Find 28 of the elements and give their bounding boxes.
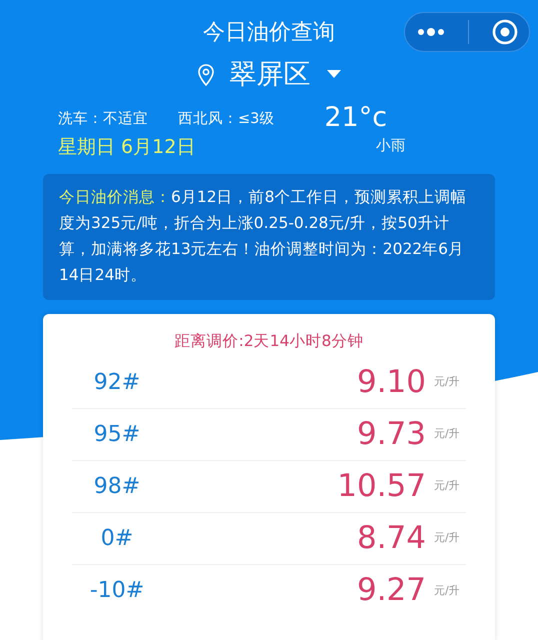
price-unit: 元/升 bbox=[434, 478, 461, 494]
date-text: 星期日 6月12日 bbox=[58, 135, 196, 160]
price-unit: 元/升 bbox=[434, 530, 461, 546]
page-title: 今日油价查询 bbox=[203, 22, 335, 44]
fuel-price: 9.73 bbox=[356, 418, 426, 450]
car-wash-index: 洗车：不适宜 bbox=[58, 110, 148, 130]
oil-news-message: 今日油价消息：6月12日，前8个工作日，预测累积上调幅度为325元/吨，折合为上涨0.25-0.28元/升，按50升计算，加满将多花13元左右！油价调整时间为：2022年6月14日24时。 bbox=[43, 174, 495, 300]
weather-condition: 小雨 bbox=[376, 137, 406, 156]
fuel-grade: 0# bbox=[100, 524, 134, 553]
fuel-grade: -10# bbox=[88, 577, 146, 606]
fuel-price: 10.57 bbox=[337, 470, 426, 502]
location-selector[interactable]: 翠屏区 bbox=[230, 61, 310, 88]
price-unit: 元/升 bbox=[434, 374, 461, 390]
fuel-grade: 95# bbox=[92, 420, 142, 449]
fuel-price: 9.10 bbox=[356, 366, 426, 398]
wind-info: 西北风：≤3级 bbox=[178, 110, 274, 130]
close-icon[interactable] bbox=[492, 19, 518, 45]
price-unit: 元/升 bbox=[434, 426, 461, 442]
countdown-text: 距离调价:2天14小时8分钟 bbox=[174, 330, 364, 352]
fuel-grade: 98# bbox=[92, 472, 142, 501]
dropdown-caret-icon[interactable] bbox=[326, 70, 340, 79]
fuel-grade: 92# bbox=[92, 368, 142, 397]
location-pin-icon bbox=[198, 64, 214, 86]
fuel-price: 8.74 bbox=[356, 522, 426, 554]
more-icon[interactable] bbox=[416, 28, 444, 36]
temperature: 21°c bbox=[324, 104, 388, 131]
price-unit: 元/升 bbox=[434, 582, 461, 598]
fuel-price: 9.27 bbox=[356, 575, 426, 606]
